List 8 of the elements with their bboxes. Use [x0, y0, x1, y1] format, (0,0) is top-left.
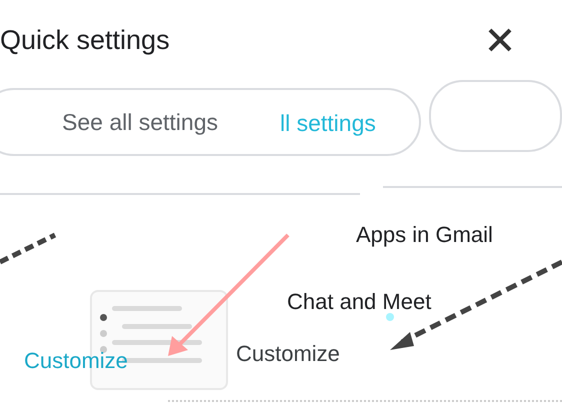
- menu-item[interactable]: Customize: [236, 341, 340, 367]
- dashed-line: [0, 232, 58, 266]
- illustration-label: Customize: [24, 348, 128, 374]
- menu-item[interactable]: Apps in Gmail: [356, 222, 493, 248]
- menu-item[interactable]: Chat and Meet: [287, 289, 432, 315]
- marker-dot: [386, 313, 394, 321]
- panel-title: Quick settings: [0, 24, 170, 56]
- ghost-text: ll settings: [280, 110, 376, 137]
